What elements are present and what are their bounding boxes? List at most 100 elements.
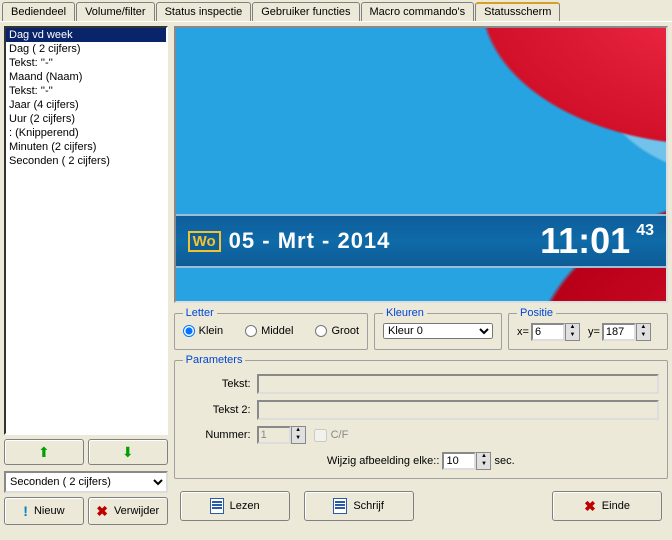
tekst2-input [257,400,659,420]
element-listbox[interactable]: Dag vd week Dag ( 2 cijfers) Tekst: ''-'… [4,26,168,435]
wijzig-stepper[interactable]: ▲▼ [476,452,491,470]
x-input[interactable] [531,323,565,341]
tab-statusscherm[interactable]: Statusscherm [475,2,560,21]
wijzig-post: sec. [495,455,515,467]
list-item[interactable]: Minuten (2 cijfers) [6,140,166,154]
tab-macro[interactable]: Macro commando's [361,2,475,21]
lezen-button[interactable]: Lezen [180,491,290,521]
x-icon: ✖ [96,503,108,520]
positie-legend: Positie [517,307,556,319]
radio-groot[interactable]: Groot [315,325,359,337]
time-main: 11:01 [540,220,630,262]
list-item[interactable]: Seconden ( 2 cijfers) [6,154,166,168]
params-grid: Tekst: Tekst 2: Nummer: ▲▼ C/F [183,374,659,444]
element-combo: Seconden ( 2 cijfers) [4,471,168,493]
nummer-row: ▲▼ C/F [257,426,659,444]
right-column: Wo 05 - Mrt - 2014 11:01 43 Letter Klein… [174,26,668,525]
list-action-row: ! Nieuw ✖ Verwijder [4,497,168,525]
preview-band: Wo 05 - Mrt - 2014 11:01 43 [176,214,666,268]
verwijder-button[interactable]: ✖ Verwijder [88,497,168,525]
arrow-up-icon: ⬆ [38,444,50,461]
x-spin: ▲▼ [531,323,580,341]
wijzig-input[interactable] [442,452,476,470]
parameters-legend: Parameters [183,354,246,366]
action-buttons: Lezen Schrijf ✖ Einde [174,487,668,525]
list-item[interactable]: Dag ( 2 cijfers) [6,42,166,56]
list-item[interactable]: Uur (2 cijfers) [6,112,166,126]
einde-label: Einde [602,500,630,512]
wijzig-pre: Wijzig afbeelding elke:: [327,455,440,467]
radio-groot-input[interactable] [315,325,327,337]
pos-controls: x= ▲▼ y= ▲▼ [517,323,659,341]
arrow-down-icon: ⬇ [122,444,134,461]
list-item[interactable]: Maand (Naam) [6,70,166,84]
radio-klein-input[interactable] [183,325,195,337]
nummer-stepper: ▲▼ [291,426,306,444]
weekday-box: Wo [188,231,221,252]
nieuw-label: Nieuw [34,505,65,517]
letter-group: Letter Klein Middel Groot [174,307,368,350]
tab-gebruiker[interactable]: Gebruiker functies [252,2,359,21]
doc-icon [333,498,347,514]
nummer-spin: ▲▼ [257,426,306,444]
radio-groot-label: Groot [331,325,359,337]
y-label: y= [588,326,600,338]
order-arrows: ⬆ ⬇ [4,439,168,465]
parameters-group: Parameters Tekst: Tekst 2: Nummer: ▲▼ C/… [174,354,668,479]
move-up-button[interactable]: ⬆ [4,439,84,465]
tabstrip: Bediendeel Volume/filter Status inspecti… [0,0,672,21]
positie-group: Positie x= ▲▼ y= ▲▼ [508,307,668,350]
cf-label: C/F [331,429,349,441]
einde-button[interactable]: ✖ Einde [552,491,662,521]
letter-radios: Klein Middel Groot [183,323,359,337]
wijzig-spin: ▲▼ [442,452,491,470]
nummer-input [257,426,291,444]
main-panel: Dag vd week Dag ( 2 cijfers) Tekst: ''-'… [0,21,672,529]
nieuw-button[interactable]: ! Nieuw [4,497,84,525]
radio-middel[interactable]: Middel [245,325,293,337]
wijzig-row: Wijzig afbeelding elke:: ▲▼ sec. [183,452,659,470]
list-item[interactable]: Dag vd week [6,28,166,42]
tekst-input [257,374,659,394]
list-item[interactable]: Tekst: ''-'' [6,56,166,70]
config-row: Letter Klein Middel Groot Kleuren Kleur … [174,303,668,350]
lezen-label: Lezen [230,500,260,512]
element-select[interactable]: Seconden ( 2 cijfers) [4,471,168,493]
x-stepper[interactable]: ▲▼ [565,323,580,341]
tab-bediendeel[interactable]: Bediendeel [2,2,75,21]
doc-icon [210,498,224,514]
x-icon: ✖ [584,498,596,515]
preview-pane: Wo 05 - Mrt - 2014 11:01 43 [174,26,668,303]
radio-middel-label: Middel [261,325,293,337]
y-spin: ▲▼ [602,323,651,341]
verwijder-label: Verwijder [114,505,159,517]
time-seconds: 43 [636,222,654,240]
tekst-label: Tekst: [183,378,251,390]
list-item[interactable]: Jaar (4 cijfers) [6,98,166,112]
tab-volume[interactable]: Volume/filter [76,2,155,21]
list-item[interactable]: Tekst: ''-'' [6,84,166,98]
list-item[interactable]: : (Knipperend) [6,126,166,140]
y-input[interactable] [602,323,636,341]
radio-middel-input[interactable] [245,325,257,337]
time-text: 11:01 43 [540,220,654,262]
x-label: x= [517,326,529,338]
y-stepper[interactable]: ▲▼ [636,323,651,341]
radio-klein[interactable]: Klein [183,325,223,337]
cf-checkbox: C/F [314,429,349,442]
date-text: 05 - Mrt - 2014 [229,228,391,254]
exclaim-icon: ! [23,503,28,519]
spacer [428,491,538,521]
tab-status-inspectie[interactable]: Status inspectie [156,2,252,21]
move-down-button[interactable]: ⬇ [88,439,168,465]
cf-check-input [314,429,327,442]
schrijf-button[interactable]: Schrijf [304,491,414,521]
kleur-select[interactable]: Kleur 0 [383,323,493,339]
kleuren-group: Kleuren Kleur 0 [374,307,502,350]
kleuren-legend: Kleuren [383,307,427,319]
radio-klein-label: Klein [199,325,223,337]
tekst2-label: Tekst 2: [183,404,251,416]
left-column: Dag vd week Dag ( 2 cijfers) Tekst: ''-'… [4,26,168,525]
nummer-label: Nummer: [183,429,251,441]
schrijf-label: Schrijf [353,500,384,512]
